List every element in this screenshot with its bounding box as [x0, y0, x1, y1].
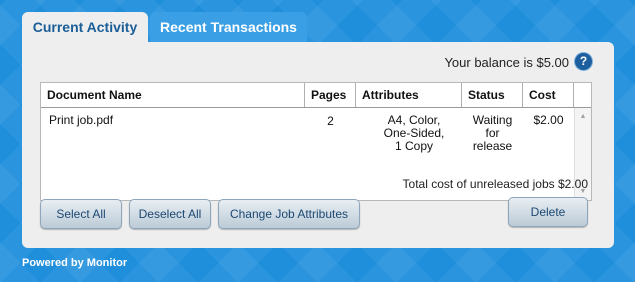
- column-header-pages[interactable]: Pages: [305, 83, 356, 107]
- select-all-button[interactable]: Select All: [40, 199, 122, 229]
- column-header-cost[interactable]: Cost: [523, 83, 574, 107]
- cell-pages: 2: [327, 114, 334, 128]
- tab-recent-transactions[interactable]: Recent Transactions: [150, 12, 307, 43]
- activity-panel: Your balance is $5.00 ? Document Name Pa…: [22, 42, 614, 248]
- total-cost-text: Total cost of unreleased jobs $2.00: [402, 177, 588, 191]
- help-icon[interactable]: ?: [575, 53, 592, 70]
- column-header-attributes[interactable]: Attributes: [356, 83, 462, 107]
- delete-button[interactable]: Delete: [508, 197, 588, 227]
- footer-powered-by: Powered by Monitor: [22, 257, 128, 269]
- deselect-all-button[interactable]: Deselect All: [129, 199, 211, 229]
- cell-attributes: A4, Color, One-Sided, 1 Copy: [383, 113, 445, 153]
- tab-current-activity[interactable]: Current Activity: [22, 12, 148, 43]
- cell-cost: $2.00: [533, 113, 564, 127]
- table-row[interactable]: Print job.pdf 2 A4, Color, One-Sided, 1 …: [41, 108, 574, 160]
- scroll-up-arrow-icon[interactable]: ▲: [575, 111, 591, 123]
- column-header-status[interactable]: Status: [462, 83, 523, 107]
- header-spacer: [574, 83, 591, 107]
- cell-document-name: Print job.pdf: [49, 113, 114, 127]
- table-header: Document Name Pages Attributes Status Co…: [41, 83, 591, 108]
- balance-text: Your balance is $5.00: [444, 55, 569, 70]
- cell-status: Waiting for release: [472, 113, 513, 153]
- column-header-document-name[interactable]: Document Name: [41, 83, 305, 107]
- change-job-attributes-button[interactable]: Change Job Attributes: [218, 199, 360, 229]
